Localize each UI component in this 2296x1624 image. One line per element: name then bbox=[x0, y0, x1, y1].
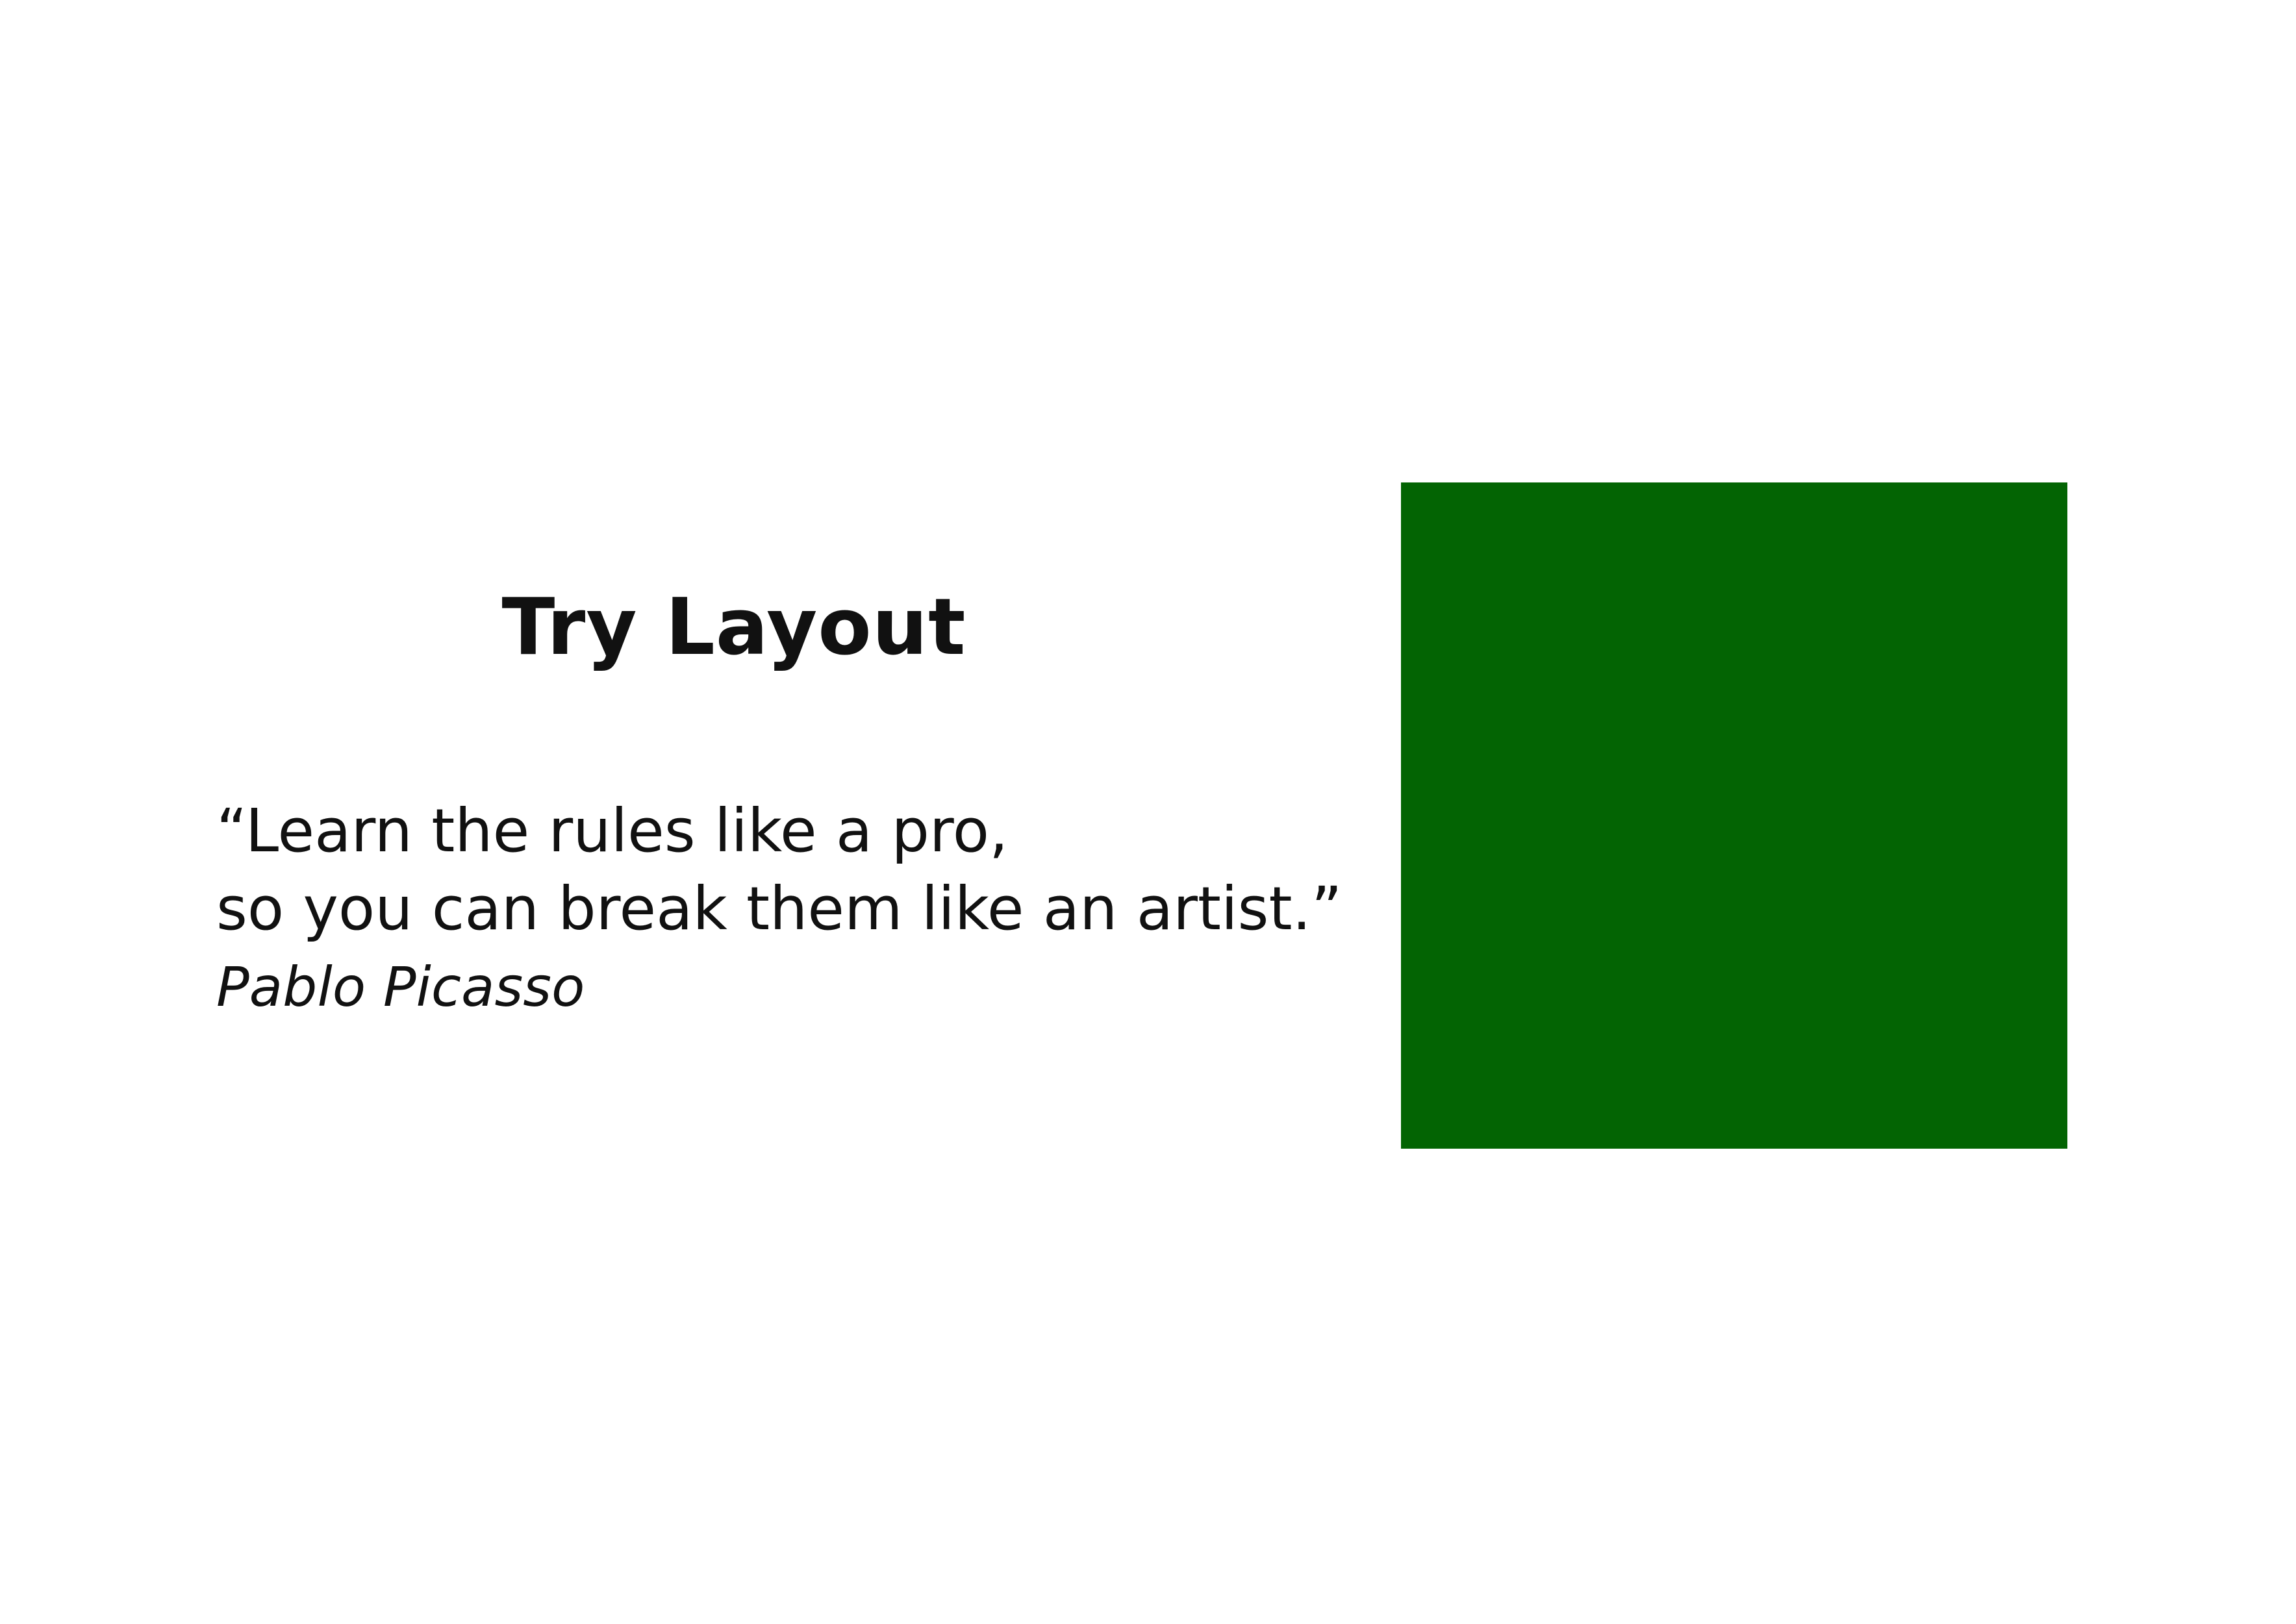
slide-title: Try Layout bbox=[501, 582, 966, 673]
quote-author: Pablo Picasso bbox=[216, 955, 585, 1019]
green-square bbox=[1401, 482, 2067, 1149]
quote-line-2: so you can break them like an artist.” bbox=[216, 874, 1343, 943]
quote-line-1: “Learn the rules like a pro, bbox=[216, 796, 1009, 866]
quote-block: “Learn the rules like a pro, so you can … bbox=[216, 792, 1372, 1026]
